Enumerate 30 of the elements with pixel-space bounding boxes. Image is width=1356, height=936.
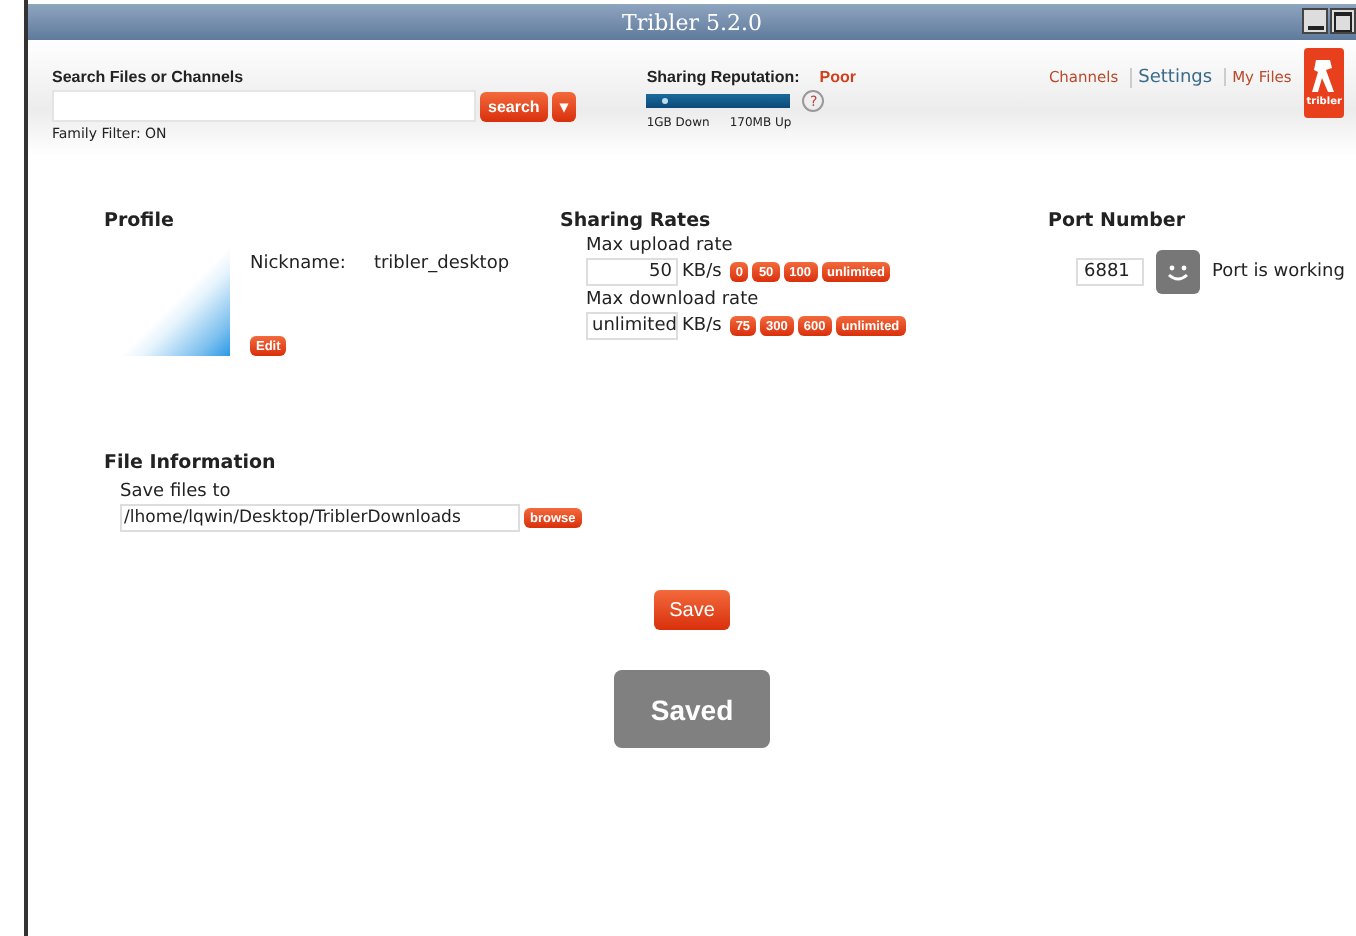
search-field[interactable]: [52, 90, 476, 122]
reputation-label: Sharing Reputation:: [646, 68, 800, 86]
save-location-label: Save files to: [120, 482, 233, 502]
nickname-label: Nickname:: [250, 254, 346, 274]
unit-label: KB/s: [682, 262, 722, 282]
reputation-value: Poor: [819, 68, 856, 86]
saved-notice: Saved: [614, 670, 770, 748]
search-label: Search Files or Channels: [52, 68, 246, 86]
port-status: Port is working: [1212, 262, 1345, 282]
section-title: Port Number: [1048, 210, 1188, 232]
search-button[interactable]: search: [480, 91, 548, 121]
section-title: Sharing Rates: [560, 210, 713, 232]
section-title: File Information: [104, 452, 278, 474]
rate-field[interactable]: 50: [586, 258, 678, 286]
minimize-button[interactable]: [1302, 8, 1328, 34]
nav-link[interactable]: Settings: [1130, 68, 1213, 88]
rate-field[interactable]: unlimited: [586, 312, 678, 340]
unit-label: KB/s: [682, 316, 722, 336]
window-title: Tribler 5.2.0: [622, 9, 762, 35]
rate-label: Max download rate: [586, 290, 761, 310]
dropdown-button[interactable]: ▾: [551, 91, 576, 121]
port-field[interactable]: 6881: [1076, 258, 1144, 286]
rate-label: Max upload rate: [586, 236, 735, 256]
maximize-button[interactable]: [1330, 8, 1356, 34]
save-button[interactable]: Save: [653, 590, 731, 630]
nickname-value: tribler_desktop: [373, 254, 510, 274]
section-title: Profile: [104, 210, 176, 232]
figure-icon: [1310, 58, 1339, 94]
path-field[interactable]: /lhome/lqwin/Desktop/TriblerDownloads: [120, 504, 520, 532]
smiley-icon: [1156, 250, 1200, 294]
